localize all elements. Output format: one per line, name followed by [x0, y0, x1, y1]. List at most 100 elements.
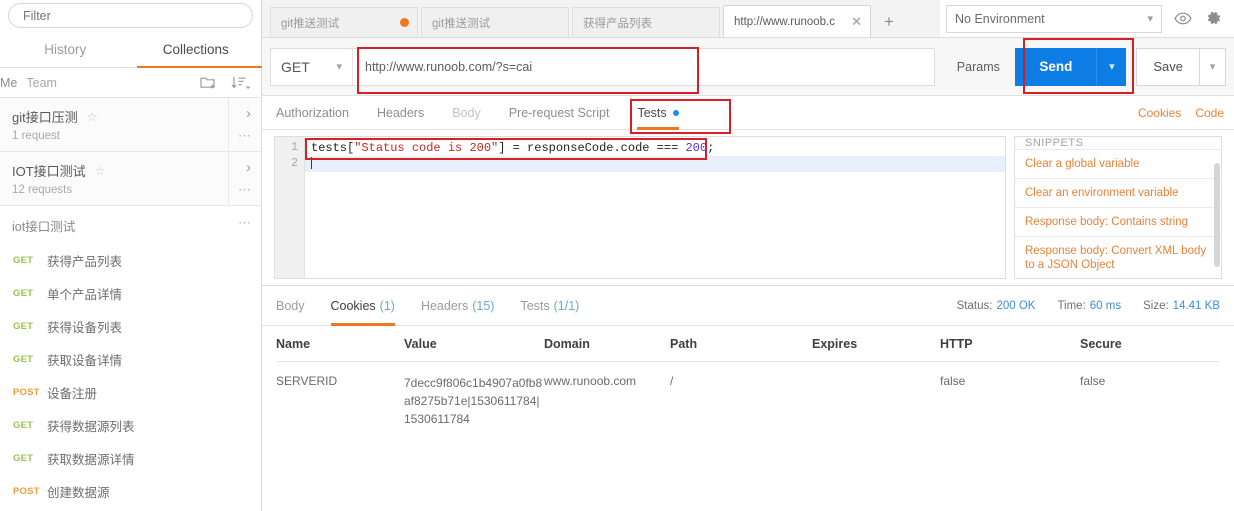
tab-pre-request-script[interactable]: Pre-request Script [509, 96, 610, 130]
request-name: 单个产品详情 [47, 288, 123, 302]
code-token: ; [707, 141, 715, 155]
cell-name: SERVERID [276, 374, 338, 388]
request-tab-1[interactable]: git推送测试 [270, 7, 418, 37]
request-tab-3[interactable]: 获得产品列表 [572, 7, 720, 37]
new-folder-icon[interactable] [200, 75, 217, 90]
response-tab-headers[interactable]: Headers (15) [421, 286, 494, 326]
size-meta: Size: 14.41 KB [1143, 300, 1220, 312]
request-name: 设备注册 [47, 387, 98, 401]
response-tab-tests[interactable]: Tests (1/1) [520, 286, 579, 326]
cell-expires [812, 374, 940, 428]
sort-icon[interactable] [231, 76, 251, 90]
response-tab-label: Headers [420, 298, 469, 313]
request-method: GET [13, 288, 34, 299]
new-tab-button[interactable]: + [874, 7, 904, 37]
code-line-2 [305, 156, 1005, 172]
sidebar-tab-history[interactable]: History [0, 34, 131, 67]
response-tab-label: Tests [520, 298, 550, 313]
response-tab-cookies[interactable]: Cookies (1) [330, 286, 396, 326]
snippet-item[interactable]: Clear a global variable [1015, 150, 1221, 179]
column-header-domain: Domain [544, 336, 590, 351]
request-tab-2[interactable]: git推送测试 [421, 7, 569, 37]
tests-indicator-dot-icon [672, 109, 679, 116]
request-item[interactable]: GET 获得产品列表 [0, 244, 261, 277]
code-content[interactable]: tests["Status code is 200"] = responseCo… [305, 137, 1005, 278]
response-tab-body[interactable]: Body [276, 286, 305, 326]
request-item[interactable]: GET 获得数据源列表 [0, 409, 261, 442]
scope-row: Me Team [0, 68, 261, 98]
code-editor[interactable]: 1 2 tests["Status code is 200"] = respon… [274, 136, 1006, 279]
close-icon[interactable]: ✕ [846, 14, 862, 30]
sidebar-tabs: History Collections [0, 34, 275, 68]
collection-item-git[interactable]: git接口压测 ☆ 1 request › ⋯ [0, 98, 261, 152]
request-section-tabs: Authorization Headers Body Pre-request S… [262, 96, 1234, 130]
environment-bar: No Environment ▾ [940, 0, 1234, 38]
more-options-icon[interactable]: ⋯ [238, 182, 252, 198]
column-header-name: Name [276, 336, 311, 351]
save-button[interactable]: Save [1136, 47, 1200, 86]
request-tab-links: Cookies Code [1124, 106, 1234, 120]
snippet-item[interactable]: Response body: Convert XML body to a JSO… [1015, 237, 1221, 278]
send-button[interactable]: Send [1015, 47, 1097, 86]
text-cursor [311, 157, 312, 169]
code-link[interactable]: Code [1195, 106, 1224, 120]
folder-item-iot[interactable]: iot接口测试 ⋯ [0, 206, 261, 244]
snippets-scrollbar[interactable] [1214, 163, 1220, 267]
star-icon[interactable]: ☆ [95, 164, 106, 178]
scope-team[interactable]: Team [26, 76, 57, 90]
eye-icon[interactable] [1168, 5, 1198, 33]
tab-label: git推送测试 [281, 17, 340, 30]
collection-list: git接口压测 ☆ 1 request › ⋯ IOT接口测试 ☆ 12 req… [0, 98, 261, 511]
snippet-item[interactable]: Clear an environment variable [1015, 179, 1221, 208]
table-row: SERVERID 7decc9f806c1b4907a0fb8af8275b71… [276, 362, 1220, 428]
request-item[interactable]: GET 单个产品详情 [0, 277, 261, 310]
scope-me[interactable]: Me [0, 76, 17, 90]
request-item[interactable]: GET 获取数据源详情 [0, 442, 261, 475]
chevron-right-icon[interactable]: › [246, 105, 251, 122]
cell-path: / [670, 374, 674, 388]
tab-tests[interactable]: Tests [637, 96, 679, 130]
request-item[interactable]: GET 获得设备列表 [0, 310, 261, 343]
request-item[interactable]: POST 创建数据源 [0, 475, 261, 508]
collection-request-count: 1 request [12, 130, 60, 142]
column-header-secure: Secure [1080, 336, 1122, 351]
tab-tests-label: Tests [637, 105, 667, 120]
tab-body[interactable]: Body [452, 96, 481, 130]
request-item[interactable]: GET 获取设备详情 [0, 343, 261, 376]
sidebar: History Collections Me Team [0, 0, 275, 511]
line-number: 1 [291, 141, 298, 154]
response-tab-label: Cookies [330, 298, 376, 313]
time-meta: Time: 60 ms [1057, 300, 1121, 312]
tab-label: http://www.runoob.c [734, 15, 835, 28]
gear-icon[interactable] [1198, 5, 1228, 33]
sidebar-tab-collections[interactable]: Collections [131, 34, 275, 68]
more-options-icon[interactable]: ⋯ [238, 128, 252, 144]
request-method: GET [13, 255, 34, 266]
params-button[interactable]: Params [941, 60, 1015, 74]
star-icon[interactable]: ☆ [87, 110, 98, 124]
code-token: ] = responseCode.code === [498, 141, 686, 155]
method-select[interactable]: GET ▾ [271, 48, 353, 85]
environment-select[interactable]: No Environment ▾ [946, 4, 1162, 33]
table-header-row: Name Value Domain Path Expires HTTP Secu… [276, 326, 1220, 362]
collection-item-iot[interactable]: IOT接口测试 ☆ 12 requests › ⋯ [0, 152, 261, 206]
status-meta: Status: 200 OK [957, 300, 1036, 312]
chevron-right-icon[interactable]: › [246, 159, 251, 176]
cell-secure: false [1080, 374, 1106, 388]
code-token-number: 200 [685, 141, 708, 155]
chevron-down-icon: ▾ [1147, 13, 1153, 25]
request-method: GET [13, 354, 34, 365]
tab-authorization[interactable]: Authorization [276, 96, 349, 130]
url-input[interactable] [353, 48, 935, 85]
tab-headers[interactable]: Headers [377, 96, 424, 130]
cookies-link[interactable]: Cookies [1138, 106, 1181, 120]
column-header-path: Path [670, 336, 698, 351]
more-options-icon[interactable]: ⋯ [238, 215, 252, 231]
line-number-gutter: 1 2 [275, 137, 305, 278]
request-item[interactable]: POST 设备注册 [0, 376, 261, 409]
filter-input[interactable] [8, 3, 253, 28]
send-options-chevron-icon[interactable]: ▾ [1096, 47, 1127, 86]
snippet-item[interactable]: Response body: Contains string [1015, 208, 1221, 237]
request-tab-4[interactable]: http://www.runoob.c ✕ [723, 5, 871, 37]
save-options-chevron-icon[interactable]: ▾ [1200, 47, 1226, 86]
